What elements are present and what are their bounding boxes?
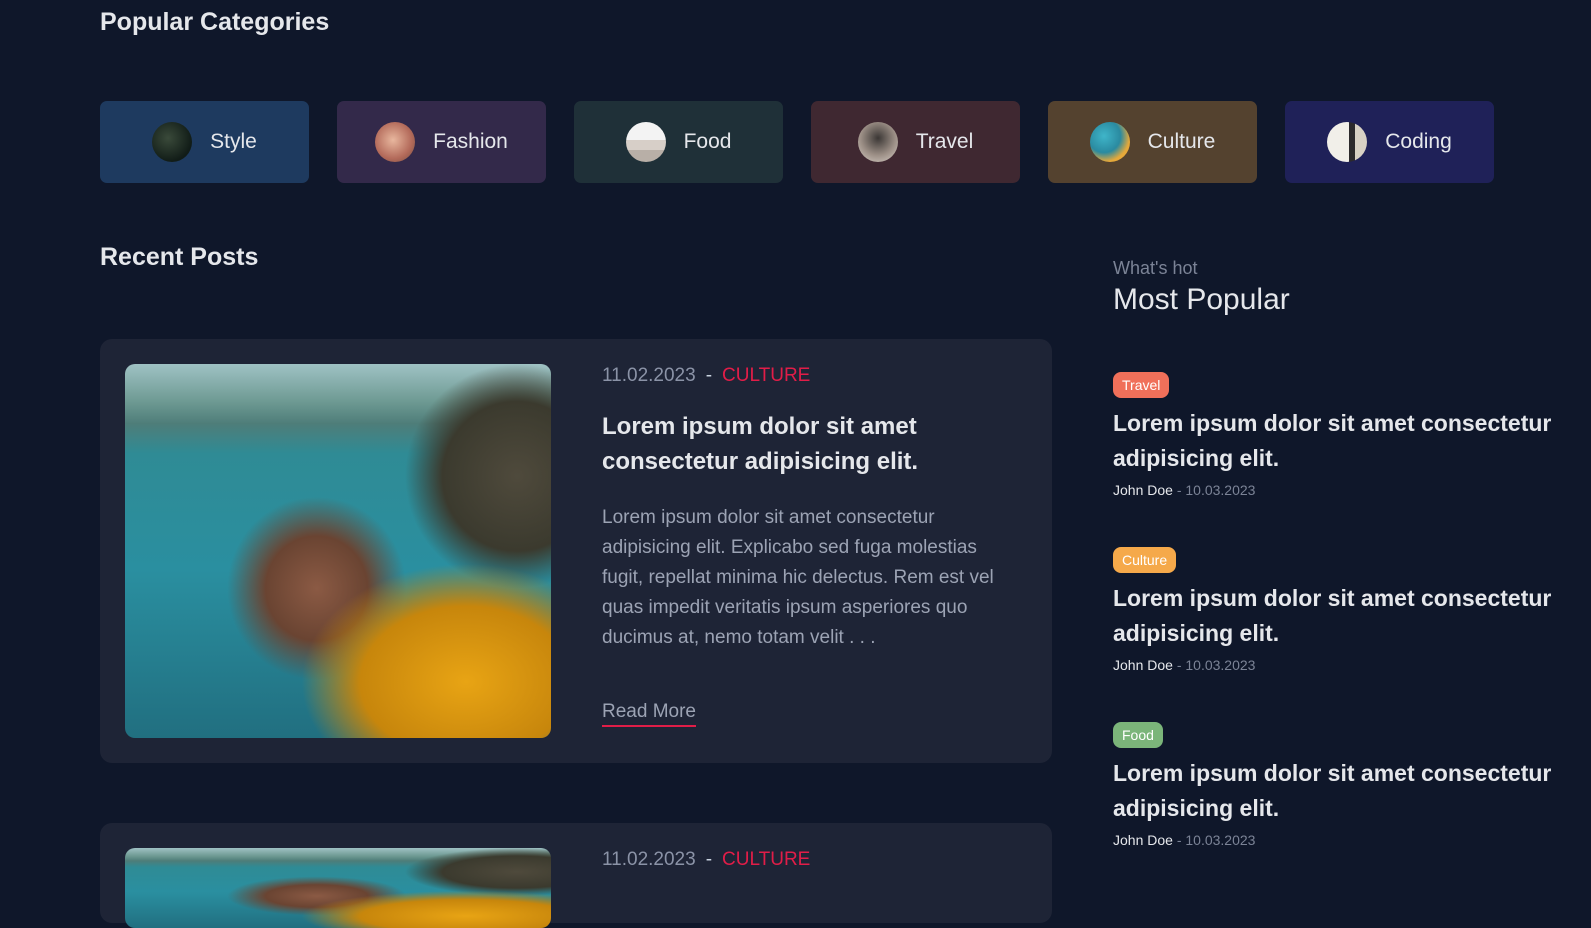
popular-item: Food Lorem ipsum dolor sit amet consecte…	[1113, 722, 1553, 848]
category-label: Food	[683, 130, 732, 153]
post-card: 11.02.2023- CULTURE Lorem ipsum dolor sit…	[100, 339, 1052, 763]
popular-item-meta: John Doe - 10.03.2023	[1113, 832, 1553, 848]
category-travel[interactable]: Travel	[811, 101, 1020, 183]
post-excerpt: Lorem ipsum dolor sit amet consectetur a…	[602, 507, 994, 648]
author-name: John Doe	[1113, 832, 1173, 848]
category-coding[interactable]: Coding	[1285, 101, 1494, 183]
meta-separator: -	[705, 365, 713, 386]
author-name: John Doe	[1113, 482, 1173, 498]
style-thumbnail-icon	[152, 122, 193, 162]
post-meta: 11.02.2023- CULTURE	[602, 849, 1022, 871]
category-label: Travel	[915, 130, 974, 153]
category-style[interactable]: Style	[100, 101, 309, 183]
post-image[interactable]	[125, 364, 551, 738]
category-culture[interactable]: Culture	[1048, 101, 1257, 183]
category-label: Fashion	[433, 130, 508, 153]
post-date: 11.02.2023	[602, 365, 696, 386]
meta-separator: -	[705, 849, 713, 870]
popular-item-meta: John Doe - 10.03.2023	[1113, 482, 1553, 498]
travel-thumbnail-icon	[857, 122, 898, 162]
post-date: - 10.03.2023	[1176, 832, 1256, 848]
category-badge[interactable]: Food	[1113, 722, 1163, 748]
author-name: John Doe	[1113, 657, 1173, 673]
popular-item-title[interactable]: Lorem ipsum dolor sit amet consectetur a…	[1113, 756, 1553, 826]
post-title[interactable]: Lorem ipsum dolor sit amet consectetur a…	[602, 409, 1022, 479]
coding-thumbnail-icon	[1327, 122, 1368, 162]
culture-thumbnail-icon	[1089, 122, 1130, 162]
category-label: Coding	[1385, 130, 1452, 153]
recent-posts-title: Recent Posts	[100, 243, 259, 271]
post-date: - 10.03.2023	[1176, 657, 1256, 673]
popular-item-title[interactable]: Lorem ipsum dolor sit amet consectetur a…	[1113, 581, 1553, 651]
post-image[interactable]	[125, 848, 551, 928]
fashion-thumbnail-icon	[375, 122, 416, 162]
most-popular-sidebar: What's hot Most Popular Travel Lorem ips…	[1113, 258, 1553, 848]
most-popular-title: Most Popular	[1113, 283, 1290, 316]
post-category-link[interactable]: CULTURE	[722, 365, 810, 386]
post-meta: 11.02.2023- CULTURE	[602, 365, 1022, 387]
post-date: - 10.03.2023	[1176, 482, 1256, 498]
read-more-link[interactable]: Read More	[602, 701, 696, 727]
post-card: 11.02.2023- CULTURE	[100, 823, 1052, 928]
food-thumbnail-icon	[625, 122, 666, 162]
popular-categories-title: Popular Categories	[100, 8, 330, 36]
category-list: Style Fashion Food Travel Culture Coding	[100, 101, 1494, 183]
category-badge[interactable]: Travel	[1113, 372, 1170, 398]
popular-item-title[interactable]: Lorem ipsum dolor sit amet consectetur a…	[1113, 406, 1553, 476]
popular-item: Culture Lorem ipsum dolor sit amet conse…	[1113, 547, 1553, 673]
category-food[interactable]: Food	[574, 101, 783, 183]
category-label: Style	[210, 130, 257, 153]
post-date: 11.02.2023	[602, 849, 696, 870]
popular-item-meta: John Doe - 10.03.2023	[1113, 657, 1553, 673]
category-label: Culture	[1147, 130, 1216, 153]
whats-hot-subtitle: What's hot	[1113, 258, 1198, 278]
category-badge[interactable]: Culture	[1113, 547, 1177, 573]
category-fashion[interactable]: Fashion	[337, 101, 546, 183]
popular-item: Travel Lorem ipsum dolor sit amet consec…	[1113, 372, 1553, 498]
post-category-link[interactable]: CULTURE	[722, 849, 810, 870]
